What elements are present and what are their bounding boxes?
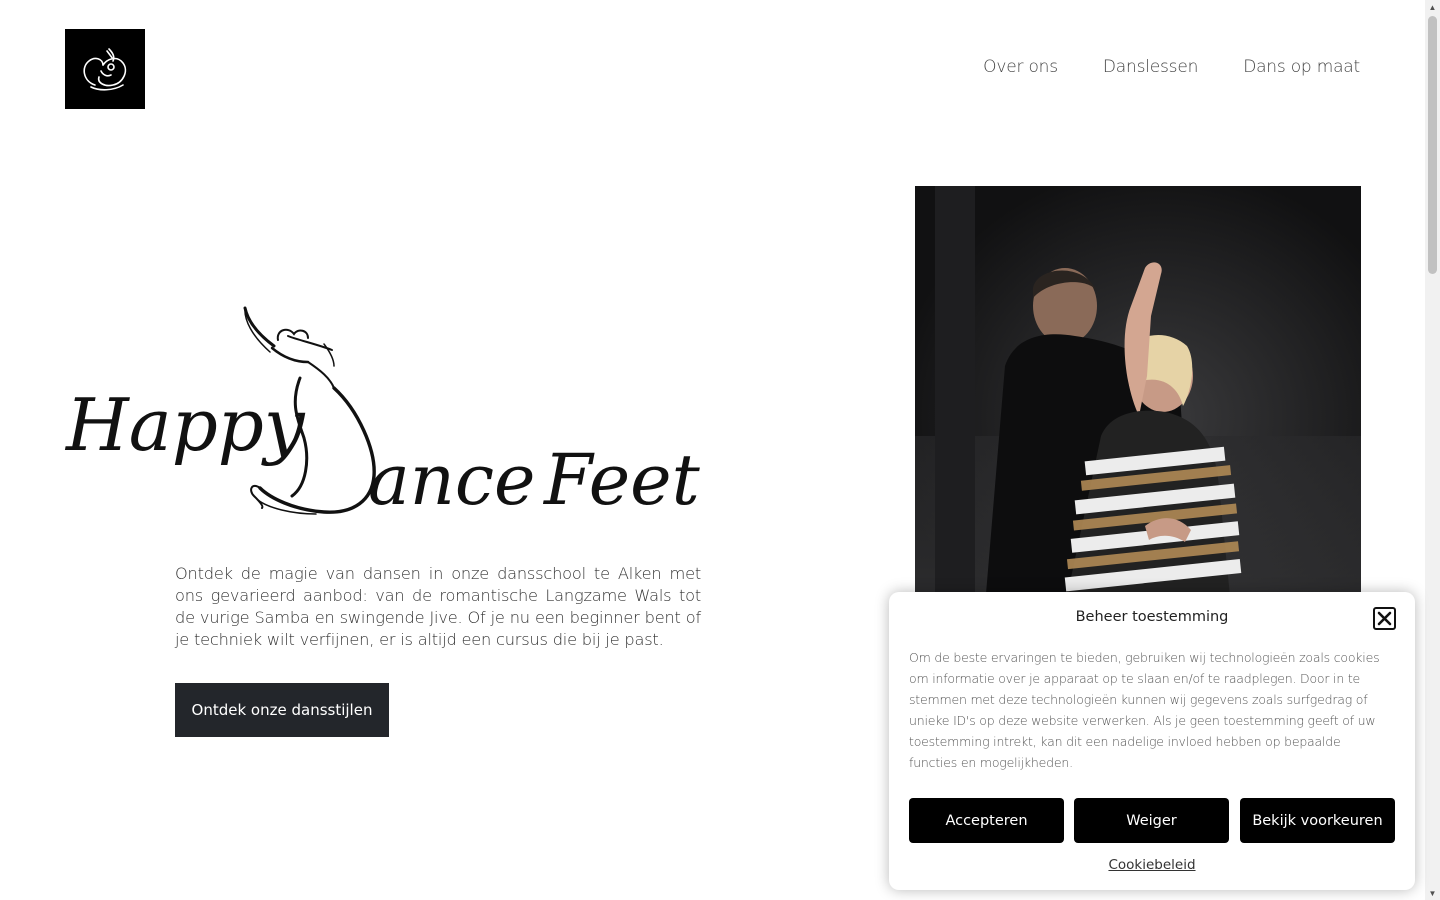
dancer-logo-icon (83, 48, 127, 91)
close-icon[interactable] (1373, 607, 1396, 630)
hero-intro-text: Ontdek de magie van dansen in onze danss… (175, 564, 701, 649)
site-logo[interactable] (65, 29, 145, 109)
brand-logo-word-ance: ance (368, 439, 535, 520)
nav-link-danslessen[interactable]: Danslessen (1103, 57, 1198, 77)
cookie-consent-dialog: Beheer toestemming Om de beste ervaringe… (889, 592, 1415, 890)
scrollbar-thumb[interactable] (1428, 16, 1437, 274)
page-scrollbar[interactable]: ▲ ▼ (1425, 0, 1440, 900)
nav-link-over-ons[interactable]: Over ons (983, 57, 1058, 77)
view-preferences-button[interactable]: Bekijk voorkeuren (1240, 798, 1395, 843)
cookie-policy-link[interactable]: Cookiebeleid (889, 857, 1415, 873)
nav-link-dans-op-maat[interactable]: Dans op maat (1243, 57, 1360, 77)
main-nav: Over ons Danslessen Dans op maat (983, 57, 1360, 77)
deny-button[interactable]: Weiger (1074, 798, 1229, 843)
brand-logo-word-feet: Feet (542, 439, 701, 520)
accept-button[interactable]: Accepteren (909, 798, 1064, 843)
brand-logo: Happy ance Feet (64, 306, 701, 520)
scroll-down-icon[interactable]: ▼ (1425, 886, 1440, 900)
scroll-up-icon[interactable]: ▲ (1425, 0, 1440, 14)
brand-logo-word-happy: Happy (64, 383, 306, 467)
consent-title: Beheer toestemming (1075, 609, 1229, 625)
consent-text: Om de beste ervaringen te bieden, gebrui… (909, 650, 1380, 770)
dancing-couple-photo (915, 186, 1361, 606)
discover-dance-styles-button[interactable]: Ontdek onze dansstijlen (175, 683, 389, 737)
